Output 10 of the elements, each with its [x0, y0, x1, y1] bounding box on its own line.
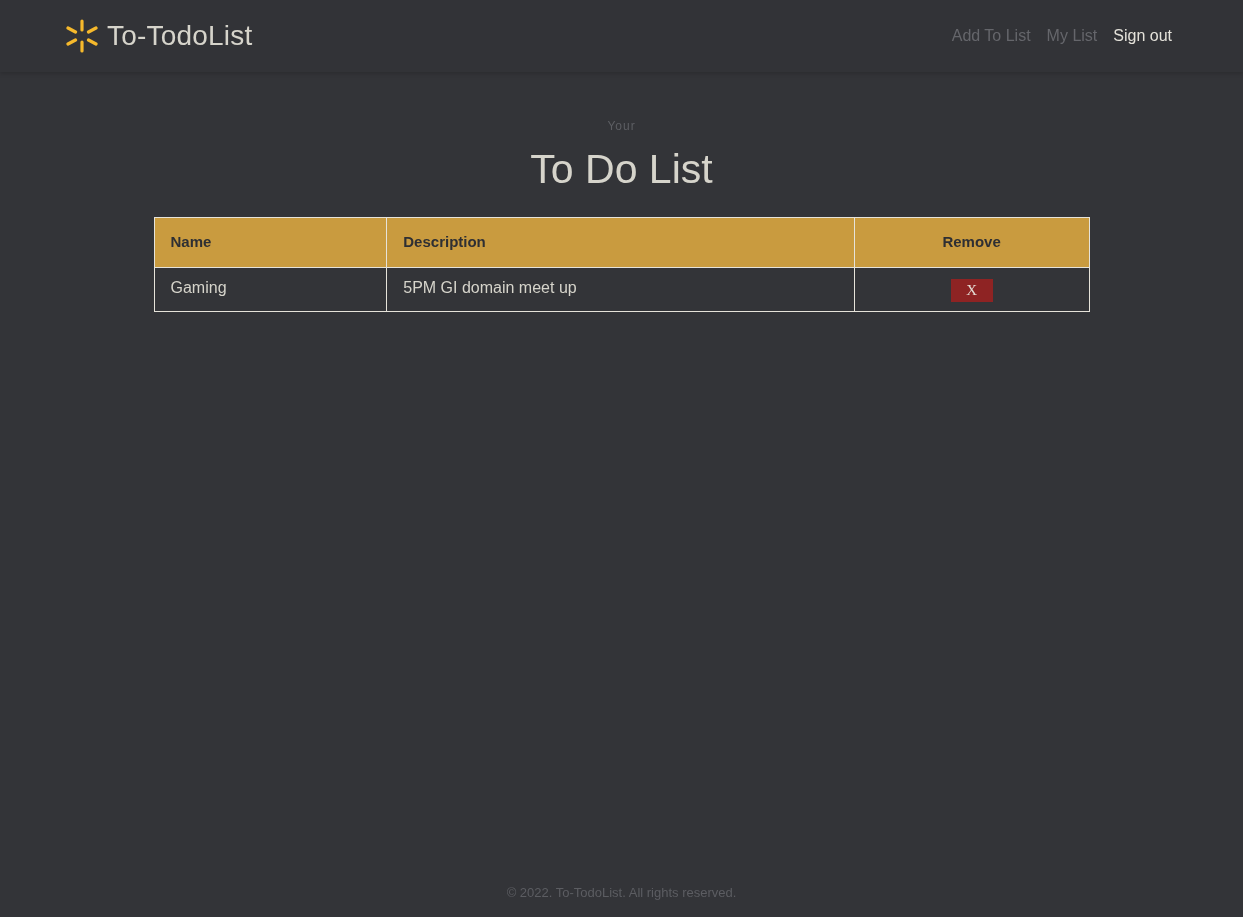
column-header: Name: [154, 217, 387, 268]
remove-button[interactable]: X: [950, 278, 993, 302]
table-cell: 5PM GI domain meet up: [386, 267, 855, 312]
spark-logo-icon: [66, 19, 98, 53]
table-cell: Gaming: [154, 267, 387, 312]
column-header: Remove: [854, 217, 1089, 268]
brand-name[interactable]: To-TodoList: [107, 15, 253, 57]
column-header: Description: [386, 217, 855, 268]
sign-out-link[interactable]: Sign out: [1113, 24, 1172, 48]
page-title: To Do List: [530, 145, 713, 193]
